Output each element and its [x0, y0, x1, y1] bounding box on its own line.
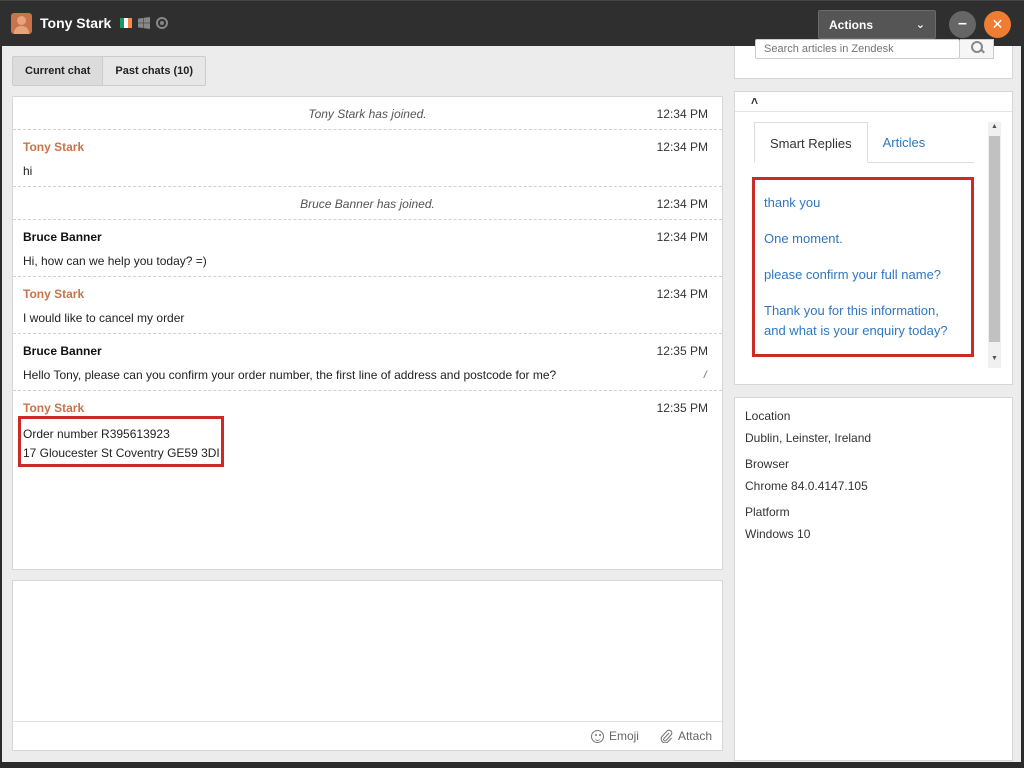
platform-value: Windows 10 — [745, 527, 811, 541]
search-icon[interactable] — [960, 39, 994, 59]
message-text: Hi, how can we help you today? =) — [23, 254, 207, 268]
minimize-button[interactable]: – — [949, 11, 976, 38]
composer-actions: Emoji Attach — [590, 729, 712, 743]
sender-name: Bruce Banner — [23, 344, 102, 358]
smart-reply-item[interactable]: thank you — [764, 193, 962, 213]
scrollbar[interactable]: ▲ ▼ — [988, 122, 1001, 368]
highlight-box — [18, 416, 224, 467]
sender-name: Tony Stark — [23, 140, 85, 154]
browser-value: Chrome 84.0.4147.105 — [745, 479, 868, 493]
close-button[interactable]: ✕ — [984, 11, 1011, 38]
message-input[interactable] — [13, 581, 722, 721]
chrome-icon — [156, 17, 168, 29]
reply-tabs: Smart Replies Articles — [754, 122, 974, 163]
smart-reply-item[interactable]: Thank you for this information, and what… — [764, 301, 962, 341]
sender-name: Tony Stark — [23, 287, 85, 301]
emoji-button[interactable]: Emoji — [590, 729, 639, 743]
visitor-name: Tony Stark — [40, 15, 112, 31]
tab-past-chats[interactable]: Past chats (10) — [103, 57, 205, 85]
smart-reply-item[interactable]: please confirm your full name? — [764, 265, 962, 285]
system-text: Bruce Banner has joined. — [300, 197, 435, 211]
tab-articles[interactable]: Articles — [868, 122, 941, 162]
divider — [13, 721, 722, 722]
chevron-down-icon: ⌄ — [915, 19, 925, 31]
system-message: Bruce Banner has joined. 12:34 PM — [13, 187, 722, 220]
visitor-info-panel: Location Dublin, Leinster, Ireland Brows… — [734, 397, 1013, 761]
browser-label: Browser — [745, 457, 790, 471]
message-text: hi — [23, 164, 33, 178]
message-composer: Emoji Attach — [12, 580, 723, 751]
chat-message: Tony Stark 12:35 PM Order number R395613… — [13, 391, 722, 471]
article-search — [734, 39, 1013, 79]
message-time: 12:34 PM — [656, 140, 708, 154]
message-text: I would like to cancel my order — [23, 311, 185, 325]
replies-area: Smart Replies Articles thank you One mom… — [743, 122, 983, 368]
search-input[interactable] — [755, 39, 960, 59]
message-time: 12:34 PM — [656, 107, 708, 121]
sender-name: Bruce Banner — [23, 230, 102, 244]
chat-message: Tony Stark 12:34 PM I would like to canc… — [13, 277, 722, 334]
scroll-down-icon[interactable]: ▼ — [988, 355, 1001, 367]
location-label: Location — [745, 409, 791, 423]
emoji-icon — [590, 729, 604, 743]
scroll-up-icon[interactable]: ▲ — [988, 123, 1001, 135]
windows-icon — [138, 17, 150, 29]
message-text: Hello Tony, please can you confirm your … — [23, 368, 557, 382]
tab-current-chat[interactable]: Current chat — [13, 57, 104, 85]
chat-log: Tony Stark has joined. 12:34 PM Tony Sta… — [12, 96, 723, 570]
visitor-avatar — [11, 13, 32, 34]
chat-message: Tony Stark 12:34 PM hi — [13, 130, 722, 187]
sender-name: Tony Stark — [23, 401, 85, 415]
attach-button[interactable]: Attach — [659, 729, 712, 743]
chevron-up-icon: ˄ — [751, 94, 759, 108]
main-area: Current chat Past chats (10) Tony Stark … — [2, 39, 1021, 762]
actions-label: Actions — [829, 18, 874, 32]
smart-replies-list: thank you One moment. please confirm you… — [752, 177, 974, 357]
collapse-toggle[interactable]: ˄ — [735, 92, 1012, 112]
smart-reply-item[interactable]: One moment. — [764, 229, 962, 249]
message-time: 12:35 PM — [656, 401, 708, 415]
tab-smart-replies[interactable]: Smart Replies — [754, 122, 868, 163]
scrollbar-thumb[interactable] — [989, 136, 1000, 342]
system-message: Tony Stark has joined. 12:34 PM — [13, 97, 722, 130]
message-time: 12:35 PM — [656, 344, 708, 358]
platform-label: Platform — [745, 505, 790, 519]
attach-label: Attach — [677, 729, 712, 743]
ireland-flag-icon — [120, 18, 132, 28]
actions-dropdown[interactable]: Actions ⌄ — [818, 10, 936, 39]
location-value: Dublin, Leinster, Ireland — [745, 431, 872, 445]
paperclip-icon — [660, 729, 673, 743]
chat-message: Bruce Banner 12:34 PM Hi, how can we hel… — [13, 220, 722, 277]
emoji-label: Emoji — [608, 729, 639, 743]
message-time: 12:34 PM — [656, 197, 708, 211]
system-text: Tony Stark has joined. — [308, 107, 427, 121]
chat-tabs: Current chat Past chats (10) — [12, 56, 207, 86]
message-time: 12:34 PM — [656, 287, 708, 301]
message-time: 12:34 PM — [656, 230, 708, 244]
chat-message: Bruce Banner 12:35 PM Hello Tony, please… — [13, 334, 722, 391]
smart-replies-panel: ˄ Smart Replies Articles thank you One m… — [734, 91, 1013, 385]
